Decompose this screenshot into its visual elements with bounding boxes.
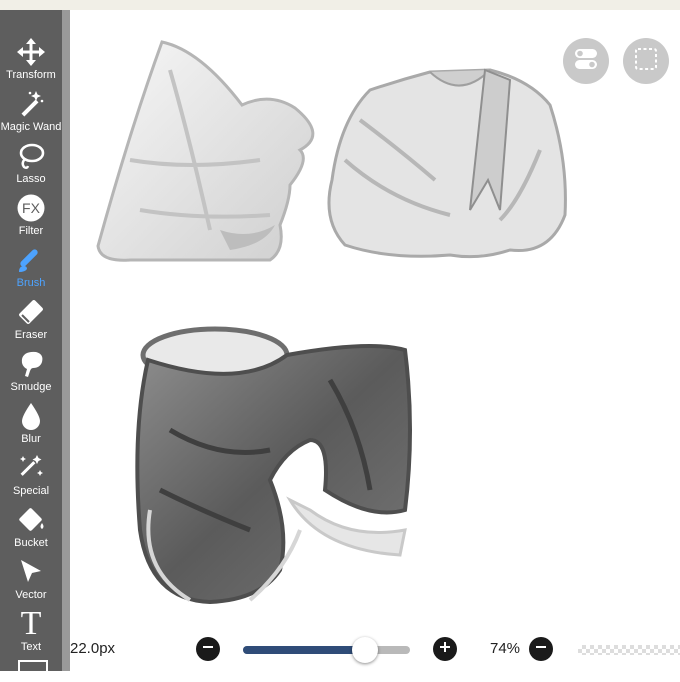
tool-label: Smudge xyxy=(10,381,52,393)
tool-label: Text xyxy=(20,641,42,653)
pillow-sketch xyxy=(96,40,315,262)
tool-label: Bucket xyxy=(14,537,48,549)
size-decrease-button[interactable] xyxy=(196,637,220,661)
lasso-icon xyxy=(15,140,47,172)
toolbar-edge xyxy=(62,10,70,671)
smudge-icon xyxy=(15,348,47,380)
selection-button[interactable] xyxy=(623,38,669,84)
minus-icon xyxy=(534,640,548,659)
sweater-sketch xyxy=(327,68,567,259)
tool-label: Vector xyxy=(15,589,47,601)
toggle-settings-button[interactable] xyxy=(563,38,609,84)
drawing-canvas[interactable] xyxy=(70,10,680,671)
vector-arrow-icon xyxy=(15,556,47,588)
tool-label: Transform xyxy=(6,69,56,81)
move-arrows-icon xyxy=(15,36,47,68)
tool-bucket[interactable]: Bucket xyxy=(0,504,62,556)
tool-filter[interactable]: FX Filter xyxy=(0,192,62,244)
zoom-out-button[interactable] xyxy=(529,637,553,661)
size-increase-button[interactable] xyxy=(433,637,457,661)
brush-size-value[interactable]: 22.0px xyxy=(70,640,115,657)
fx-icon: FX xyxy=(15,192,47,224)
tool-label: Filter xyxy=(18,225,44,237)
bucket-icon xyxy=(15,504,47,536)
tool-transform[interactable]: Transform xyxy=(0,36,62,88)
tool-label: Lasso xyxy=(16,173,46,185)
brush-icon xyxy=(15,244,47,276)
text-t-icon: T xyxy=(20,605,42,642)
tool-sidebar: Transform Magic Wand Lasso FX Filter Bru… xyxy=(0,10,62,682)
tool-text[interactable]: T Text xyxy=(0,605,62,660)
dashed-selection-icon xyxy=(633,46,659,77)
tool-smudge[interactable]: Smudge xyxy=(0,348,62,400)
tool-label: Special xyxy=(12,485,50,497)
artwork xyxy=(96,40,567,605)
tool-label: Magic Wand xyxy=(0,121,62,133)
plus-icon xyxy=(438,640,452,659)
zoom-level[interactable]: 74% xyxy=(490,640,520,657)
tool-vector[interactable]: Vector xyxy=(0,556,62,608)
tool-label: Brush xyxy=(16,277,46,289)
color-opacity-strip[interactable] xyxy=(578,645,680,655)
tool-label: Blur xyxy=(21,433,41,445)
blur-drop-icon xyxy=(15,400,47,432)
tool-eraser[interactable]: Eraser xyxy=(0,296,62,348)
tool-magic-wand[interactable]: Magic Wand xyxy=(0,88,62,140)
pants-sketch xyxy=(135,326,412,605)
svg-text:FX: FX xyxy=(22,200,41,216)
tool-brush[interactable]: Brush xyxy=(0,244,62,296)
layer-thumbnail[interactable] xyxy=(18,660,48,682)
tool-special[interactable]: Special xyxy=(0,452,62,504)
tool-blur[interactable]: Blur xyxy=(0,400,62,452)
slider-thumb[interactable] xyxy=(351,637,378,663)
slider-fill xyxy=(243,646,365,654)
tool-label: Eraser xyxy=(14,329,48,341)
magic-wand-icon xyxy=(15,88,47,120)
minus-icon xyxy=(201,640,215,659)
sparkle-icon xyxy=(15,452,47,484)
brush-opacity-slider[interactable] xyxy=(243,637,410,663)
eraser-icon xyxy=(15,296,47,328)
tool-lasso[interactable]: Lasso xyxy=(0,140,62,192)
toggle-switches-icon xyxy=(573,46,599,77)
